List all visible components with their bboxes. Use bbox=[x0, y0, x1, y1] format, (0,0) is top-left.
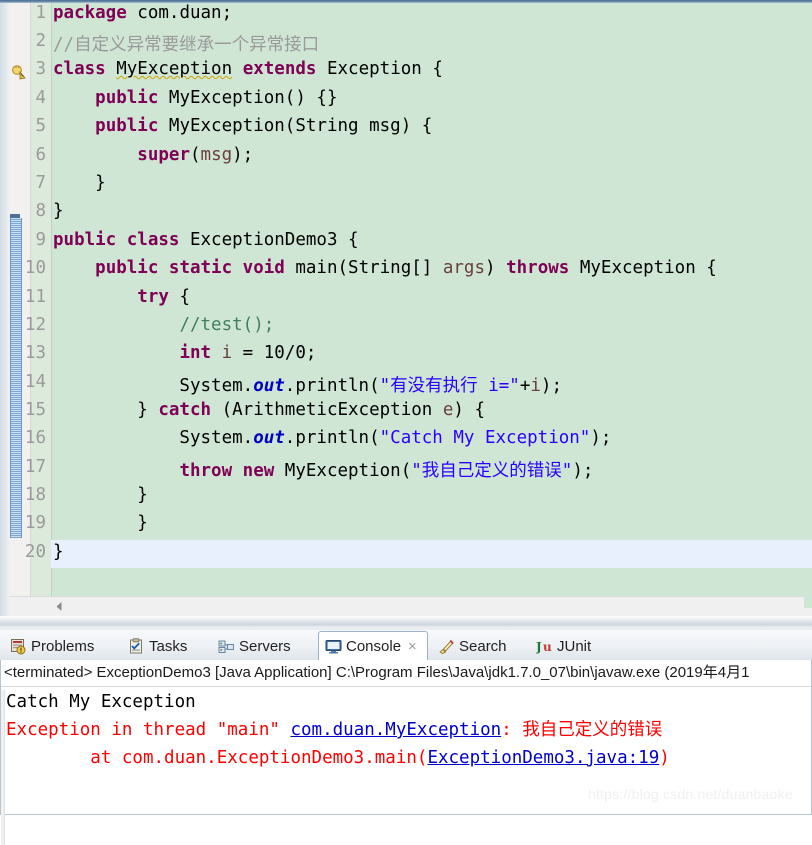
tab-servers[interactable]: Servers bbox=[212, 632, 316, 660]
view-tabbar: Problems Tasks Servers Console × Search … bbox=[0, 630, 812, 661]
line-number: 15 bbox=[24, 400, 46, 420]
code-line[interactable]: } catch (ArithmeticException e) { bbox=[53, 400, 485, 420]
line-number: 8 bbox=[35, 201, 46, 221]
line-number: 9 bbox=[35, 230, 46, 250]
editor-bottom-bevel bbox=[0, 616, 812, 628]
line-number: 10 bbox=[24, 258, 46, 278]
tab-search[interactable]: Search bbox=[432, 632, 528, 660]
line-number: 14 bbox=[24, 372, 46, 392]
tab-label: Search bbox=[459, 637, 507, 655]
console-text: Exception in thread "main" bbox=[6, 720, 291, 740]
line-number: 1 bbox=[35, 3, 46, 23]
line-number: 7 bbox=[35, 173, 46, 193]
tab-label: Tasks bbox=[149, 637, 188, 655]
line-number: 11 bbox=[24, 287, 46, 307]
code-line[interactable]: System.out.println("有没有执行 i="+i); bbox=[53, 372, 562, 397]
scroll-left-arrow-icon[interactable] bbox=[52, 599, 66, 614]
code-line[interactable]: public MyException(String msg) { bbox=[53, 116, 432, 136]
console-line: at com.duan.ExceptionDemo3.main(Exceptio… bbox=[6, 744, 670, 772]
line-number: 4 bbox=[35, 88, 46, 108]
tab-problems[interactable]: Problems bbox=[4, 632, 120, 660]
code-line[interactable]: //自定义异常要继承一个异常接口 bbox=[53, 31, 319, 56]
line-number: 16 bbox=[24, 428, 46, 448]
code-line[interactable]: } bbox=[53, 173, 106, 193]
tab-tasks[interactable]: Tasks bbox=[122, 632, 210, 660]
java-editor[interactable]: 1 package com.duan; 2 //自定义异常要继承一个异常接口 3… bbox=[0, 0, 812, 628]
tab-junit[interactable]: J u JUnit bbox=[530, 632, 622, 660]
line-number: 18 bbox=[24, 485, 46, 505]
code-line[interactable]: //test(); bbox=[53, 315, 274, 335]
code-line[interactable]: public MyException() {} bbox=[53, 88, 337, 108]
code-line[interactable]: System.out.println("Catch My Exception")… bbox=[53, 428, 611, 448]
line-number: 17 bbox=[24, 457, 46, 477]
servers-icon bbox=[218, 638, 235, 655]
problems-icon bbox=[10, 638, 27, 655]
stacktrace-link[interactable]: com.duan.MyException bbox=[290, 720, 501, 740]
caret-line-highlight bbox=[51, 540, 812, 569]
console-line: Catch My Exception bbox=[6, 688, 196, 716]
svg-text:u: u bbox=[543, 640, 552, 654]
line-number: 13 bbox=[24, 343, 46, 363]
tab-label: Problems bbox=[31, 637, 95, 655]
line-number: 5 bbox=[35, 116, 46, 136]
line-number: 19 bbox=[24, 513, 46, 533]
code-line[interactable]: throw new MyException("我自己定义的错误"); bbox=[53, 457, 593, 482]
code-line[interactable]: int i = 10/0; bbox=[53, 343, 316, 363]
code-line[interactable]: package com.duan; bbox=[53, 3, 232, 23]
stacktrace-link[interactable]: ExceptionDemo3.java:19 bbox=[427, 748, 659, 768]
console-text: ) bbox=[659, 748, 670, 768]
tab-label: JUnit bbox=[557, 637, 592, 655]
console-icon bbox=[325, 638, 342, 655]
console-text: Catch My Exception bbox=[6, 692, 196, 712]
line-number: 3 bbox=[35, 59, 46, 79]
junit-icon: J u bbox=[535, 638, 553, 655]
code-line[interactable]: } bbox=[53, 542, 64, 562]
code-line[interactable]: public class ExceptionDemo3 { bbox=[53, 230, 359, 250]
code-line[interactable]: super(msg); bbox=[53, 145, 253, 165]
watermark: https://blog.csdn.net/duanbaoke bbox=[588, 786, 793, 802]
editor-horizontal-scrollbar[interactable] bbox=[9, 596, 804, 616]
console-text: at com.duan.ExceptionDemo3.main( bbox=[6, 748, 428, 768]
tab-label: Console bbox=[346, 637, 402, 655]
code-line[interactable]: try { bbox=[53, 287, 190, 307]
launch-configuration-header: <terminated> ExceptionDemo3 [Java Applic… bbox=[4, 664, 750, 681]
close-icon[interactable]: × bbox=[408, 639, 417, 654]
console-line: Exception in thread "main" com.duan.MyEx… bbox=[6, 716, 662, 744]
line-number: 2 bbox=[35, 31, 46, 51]
code-line[interactable]: public static void main(String[] args) t… bbox=[53, 258, 717, 278]
console-text: : 我自己定义的错误 bbox=[501, 720, 663, 740]
code-line[interactable]: } bbox=[53, 201, 64, 221]
line-number: 12 bbox=[24, 315, 46, 335]
search-icon bbox=[438, 638, 455, 655]
gutter-separator bbox=[51, 3, 52, 608]
tab-console[interactable]: Console × bbox=[318, 631, 428, 661]
console-left-margin bbox=[1, 690, 5, 845]
line-number: 6 bbox=[35, 145, 46, 165]
eclipse-ide-window: 1 package com.duan; 2 //自定义异常要继承一个异常接口 3… bbox=[0, 0, 812, 845]
line-number: 20 bbox=[24, 542, 46, 562]
code-line[interactable]: class MyException extends Exception { bbox=[53, 59, 443, 79]
console-header-separator bbox=[1, 686, 811, 687]
code-line[interactable]: } bbox=[53, 513, 148, 533]
tasks-icon bbox=[128, 637, 145, 655]
code-line[interactable]: } bbox=[53, 485, 148, 505]
svg-text:J: J bbox=[536, 640, 542, 654]
tab-label: Servers bbox=[239, 637, 291, 655]
